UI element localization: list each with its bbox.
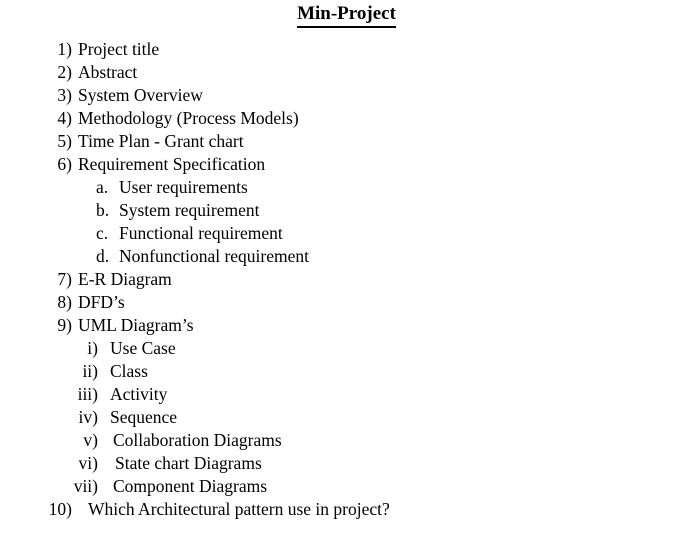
list-item-label: DFD’s <box>78 292 125 312</box>
sub-list-item-label: State chart Diagrams <box>115 453 262 473</box>
list-item-label: UML Diagram’s <box>78 315 194 335</box>
list-item-label: Requirement Specification <box>78 154 266 174</box>
sub-list-item: vii) Component Diagrams <box>0 475 693 498</box>
sub-list-item: v) Collaboration Diagrams <box>0 429 693 452</box>
sub-list-item-label: Class <box>110 361 148 381</box>
sub-list-item: b. System requirement <box>0 199 693 222</box>
sub-list-item: d. Nonfunctional requirement <box>0 245 693 268</box>
sub-list-item-label: Collaboration Diagrams <box>113 430 282 450</box>
list-item-marker: 1) <box>57 39 72 59</box>
sub-list-item-marker: ii) <box>82 361 98 381</box>
list-item-label: E-R Diagram <box>78 269 172 289</box>
sub-list-item-label: Component Diagrams <box>113 476 268 496</box>
list-item-marker: 3) <box>57 85 72 105</box>
list-item: 10) Which Architectural pattern use in p… <box>0 498 693 521</box>
outline-list: 1) Project title 2) Abstract 3) System O… <box>0 38 693 521</box>
list-item-label: Abstract <box>78 62 138 82</box>
sub-list-item-marker: vi) <box>78 453 98 473</box>
sub-list-item: c. Functional requirement <box>0 222 693 245</box>
list-item: 6) Requirement Specification <box>0 153 693 176</box>
sub-list-item-label: Nonfunctional requirement <box>119 246 310 266</box>
list-item-marker: 2) <box>57 62 72 82</box>
list-item: 7) E-R Diagram <box>0 268 693 291</box>
sub-list-item: iv) Sequence <box>0 406 693 429</box>
list-item: 5) Time Plan - Grant chart <box>0 130 693 153</box>
sub-list-item-marker: a. <box>96 177 109 197</box>
list-item: 8) DFD’s <box>0 291 693 314</box>
sub-list-item-label: Use Case <box>110 338 176 358</box>
list-item-label: Project title <box>78 39 160 59</box>
list-item-marker: 5) <box>57 131 72 151</box>
sub-list-item-label: Sequence <box>110 407 178 427</box>
sub-list-item-marker: i) <box>87 338 98 358</box>
list-item-marker: 7) <box>57 269 72 289</box>
list-item: 1) Project title <box>0 38 693 61</box>
list-item-marker: 8) <box>57 292 72 312</box>
list-item-marker: 6) <box>57 154 72 174</box>
list-item: 9) UML Diagram’s <box>0 314 693 337</box>
list-item: 3) System Overview <box>0 84 693 107</box>
list-item-marker: 4) <box>57 108 72 128</box>
sub-list-item-label: Activity <box>110 384 168 404</box>
list-item-marker: 9) <box>57 315 72 335</box>
list-item: 2) Abstract <box>0 61 693 84</box>
list-item-label: System Overview <box>78 85 203 105</box>
sub-list-item: i) Use Case <box>0 337 693 360</box>
sub-list-item-marker: iv) <box>78 407 98 427</box>
sub-list-item: vi) State chart Diagrams <box>0 452 693 475</box>
sub-list-item-label: Functional requirement <box>119 223 283 243</box>
sub-list-item: a. User requirements <box>0 176 693 199</box>
list-item: 4) Methodology (Process Models) <box>0 107 693 130</box>
document-page: Min-Project 1) Project title 2) Abstract… <box>0 0 693 554</box>
sub-list-item-label: System requirement <box>119 200 260 220</box>
sub-list-item-marker: b. <box>96 200 110 220</box>
sub-list-item-marker: vii) <box>73 476 98 496</box>
sub-list-item-marker: d. <box>96 246 110 266</box>
sub-list-item: iii) Activity <box>0 383 693 406</box>
page-title-text: Min-Project <box>297 2 396 28</box>
list-item-label: Methodology (Process Models) <box>78 108 299 128</box>
sub-list-item-label: User requirements <box>119 177 248 197</box>
list-item-label: Time Plan - Grant chart <box>78 131 244 151</box>
sub-list-item-marker: iii) <box>77 384 98 404</box>
list-item-label: Which Architectural pattern use in proje… <box>88 499 390 519</box>
sub-list-item: ii) Class <box>0 360 693 383</box>
list-item-marker: 10) <box>48 499 72 519</box>
sub-list-item-marker: v) <box>83 430 98 450</box>
sub-list-item-marker: c. <box>96 223 109 243</box>
page-title: Min-Project <box>0 2 693 28</box>
